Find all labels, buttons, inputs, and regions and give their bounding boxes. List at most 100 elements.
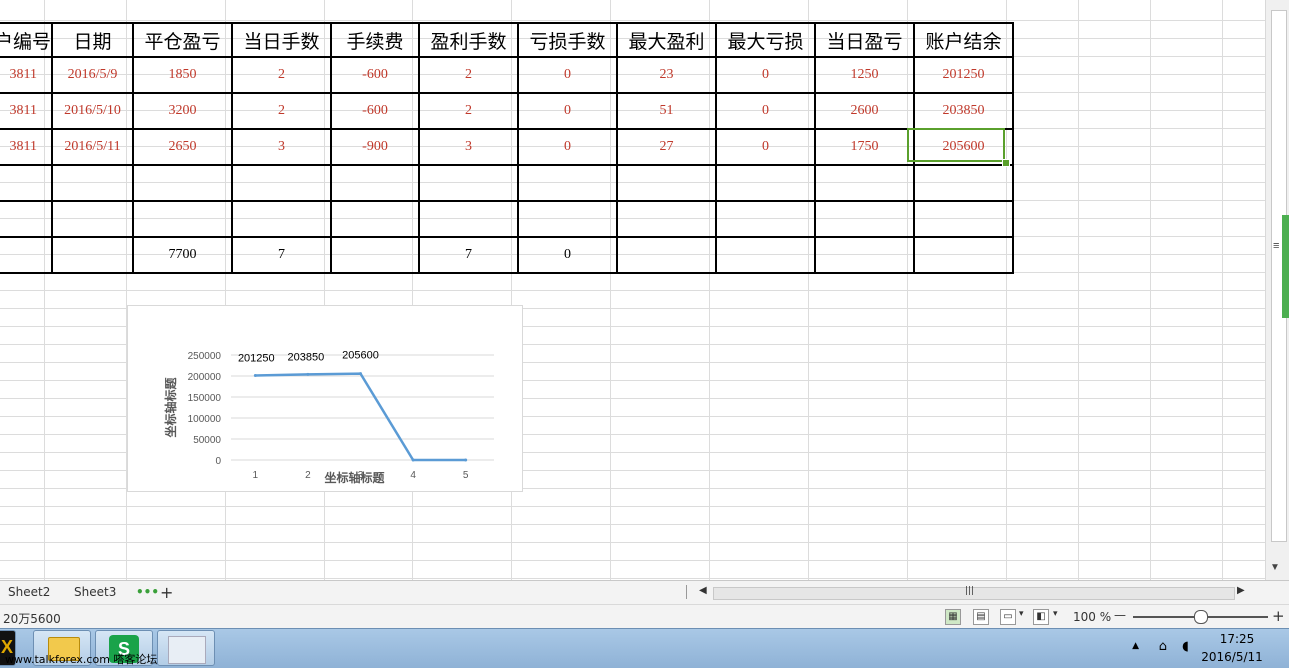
reading-mode-icon[interactable]: ◧ — [1033, 609, 1049, 625]
table-cell[interactable]: 0 — [517, 92, 619, 130]
table-cell[interactable] — [0, 200, 54, 238]
zoom-slider-thumb[interactable] — [1194, 610, 1208, 624]
table-cell[interactable]: 0 — [715, 56, 817, 94]
table-cell[interactable]: -600 — [330, 92, 421, 130]
image-viewer-button[interactable] — [157, 630, 215, 666]
table-cell[interactable]: 3811 — [0, 128, 54, 166]
table-cell[interactable]: 3 — [418, 128, 520, 166]
table-cell[interactable] — [51, 200, 135, 238]
table-cell[interactable]: 2650 — [132, 128, 234, 166]
table-cell[interactable] — [715, 236, 817, 274]
data-point[interactable] — [359, 372, 362, 376]
line-chart[interactable]: 250000 200000 150000 100000 50000 0 1 2 3 4 5 20125… — [127, 305, 523, 492]
table-cell[interactable] — [616, 164, 718, 202]
fill-handle[interactable] — [1002, 159, 1010, 167]
column-header[interactable]: 盈利手数 — [418, 22, 520, 58]
data-point[interactable] — [411, 458, 415, 462]
table-cell[interactable]: 2016/5/10 — [51, 92, 135, 130]
column-header[interactable]: 户编号 — [0, 22, 54, 58]
table-cell[interactable]: 0 — [715, 92, 817, 130]
table-cell[interactable] — [231, 164, 333, 202]
column-header[interactable]: 亏损手数 — [517, 22, 619, 58]
column-header[interactable]: 最大亏损 — [715, 22, 817, 58]
clock-time[interactable]: 17:25 — [1207, 632, 1267, 646]
table-cell[interactable] — [814, 164, 916, 202]
table-cell[interactable] — [51, 164, 135, 202]
table-cell[interactable]: 0 — [517, 236, 619, 274]
column-header[interactable]: 手续费 — [330, 22, 421, 58]
table-cell[interactable] — [814, 200, 916, 238]
chevron-down-icon[interactable]: ▾ — [1019, 609, 1024, 619]
column-header[interactable]: 平仓盈亏 — [132, 22, 234, 58]
table-cell[interactable]: 7 — [418, 236, 520, 274]
split-handle-icon[interactable]: ≡ — [1273, 240, 1279, 252]
table-cell[interactable]: 201250 — [913, 56, 1015, 94]
scroll-right-icon[interactable]: ▶ — [1237, 585, 1245, 596]
table-cell[interactable] — [913, 164, 1015, 202]
table-cell[interactable] — [330, 200, 421, 238]
table-cell[interactable]: 2016/5/11 — [51, 128, 135, 166]
table-cell[interactable] — [51, 236, 135, 274]
table-cell[interactable]: 2 — [418, 56, 520, 94]
table-cell[interactable] — [616, 236, 718, 274]
table-cell[interactable] — [0, 236, 54, 274]
worksheet-area[interactable]: 户编号日期平仓盈亏当日手数手续费盈利手数亏损手数最大盈利最大亏损当日盈亏账户结余… — [0, 0, 1265, 580]
tray-expand-icon[interactable]: ▲ — [1132, 641, 1139, 651]
table-cell[interactable] — [814, 236, 916, 274]
table-cell[interactable] — [132, 200, 234, 238]
table-cell[interactable]: 2016/5/9 — [51, 56, 135, 94]
horizontal-scrollbar[interactable]: ◀ ||| ▶ — [695, 585, 1250, 600]
page-break-view-icon[interactable]: ▭ — [1000, 609, 1016, 625]
side-panel-tab[interactable] — [1282, 215, 1289, 318]
column-header[interactable]: 当日盈亏 — [814, 22, 916, 58]
table-cell[interactable]: 23 — [616, 56, 718, 94]
scroll-left-icon[interactable]: ◀ — [699, 585, 707, 596]
table-cell[interactable] — [418, 200, 520, 238]
add-sheet-button[interactable]: + — [152, 581, 181, 604]
table-cell[interactable] — [517, 164, 619, 202]
table-cell[interactable]: 205600 — [913, 128, 1015, 166]
table-cell[interactable]: 3811 — [0, 92, 54, 130]
table-cell[interactable]: 2 — [231, 92, 333, 130]
table-cell[interactable]: 7 — [231, 236, 333, 274]
table-cell[interactable]: 3 — [231, 128, 333, 166]
data-point[interactable] — [306, 372, 310, 376]
table-cell[interactable] — [913, 200, 1015, 238]
volume-icon[interactable]: ◖ — [1182, 639, 1189, 654]
zoom-out-button[interactable]: — — [1114, 608, 1126, 622]
page-layout-view-icon[interactable]: ▤ — [973, 609, 989, 625]
table-cell[interactable]: 27 — [616, 128, 718, 166]
table-cell[interactable] — [913, 236, 1015, 274]
table-cell[interactable]: 0 — [715, 128, 817, 166]
table-cell[interactable]: 1750 — [814, 128, 916, 166]
table-cell[interactable]: 1850 — [132, 56, 234, 94]
table-cell[interactable]: 1250 — [814, 56, 916, 94]
column-header[interactable]: 当日手数 — [231, 22, 333, 58]
table-cell[interactable] — [231, 200, 333, 238]
table-cell[interactable] — [330, 236, 421, 274]
normal-view-icon[interactable]: ▦ — [945, 609, 961, 625]
table-cell[interactable] — [616, 200, 718, 238]
table-cell[interactable] — [517, 200, 619, 238]
column-header[interactable]: 最大盈利 — [616, 22, 718, 58]
table-cell[interactable]: 0 — [517, 56, 619, 94]
column-header[interactable]: 日期 — [51, 22, 135, 58]
table-cell[interactable] — [715, 200, 817, 238]
table-cell[interactable]: 203850 — [913, 92, 1015, 130]
network-icon[interactable]: ⌂ — [1159, 639, 1167, 654]
table-cell[interactable]: 2 — [231, 56, 333, 94]
table-cell[interactable] — [132, 164, 234, 202]
table-cell[interactable] — [330, 164, 421, 202]
data-point[interactable] — [253, 373, 257, 377]
table-cell[interactable]: 2 — [418, 92, 520, 130]
scroll-down-icon[interactable]: ▼ — [1270, 562, 1280, 573]
table-cell[interactable] — [0, 164, 54, 202]
table-cell[interactable] — [715, 164, 817, 202]
table-cell[interactable]: 7700 — [132, 236, 234, 274]
zoom-in-button[interactable]: + — [1272, 607, 1285, 625]
table-cell[interactable]: 51 — [616, 92, 718, 130]
table-cell[interactable]: 0 — [517, 128, 619, 166]
table-cell[interactable] — [418, 164, 520, 202]
table-cell[interactable]: 2600 — [814, 92, 916, 130]
chevron-down-icon[interactable]: ▾ — [1053, 609, 1058, 619]
